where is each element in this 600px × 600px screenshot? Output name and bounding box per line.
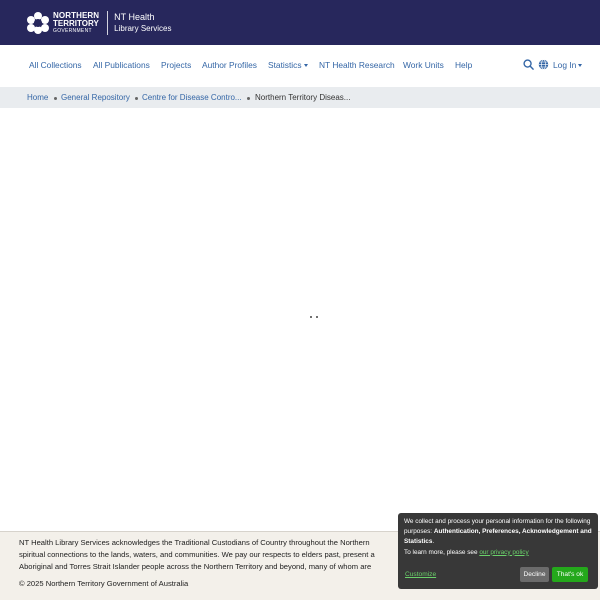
nt-government-wordmark: NORTHERN TERRITORY GOVERNMENT bbox=[53, 12, 99, 35]
breadcrumb-home[interactable]: Home bbox=[27, 93, 48, 102]
header-bar: NORTHERN TERRITORY GOVERNMENT NT Health … bbox=[0, 0, 600, 45]
nav-projects[interactable]: Projects bbox=[161, 60, 191, 70]
gov-logo-line2: TERRITORY bbox=[53, 19, 99, 28]
nav-statistics-label: Statistics bbox=[268, 60, 302, 70]
site-title-line1: NT Health bbox=[114, 12, 155, 22]
privacy-policy-link[interactable]: our privacy policy bbox=[479, 549, 528, 556]
breadcrumb-separator bbox=[54, 97, 57, 100]
breadcrumb-current: Northern Territory Diseas... bbox=[255, 93, 351, 102]
cookie-learn-more-text: To learn more, please see bbox=[404, 548, 480, 556]
nav-author-profiles[interactable]: Author Profiles bbox=[202, 60, 257, 70]
breadcrumb-general-repository[interactable]: General Repository bbox=[61, 93, 130, 102]
nav-work-units[interactable]: Work Units bbox=[403, 60, 444, 70]
flower-logo-icon bbox=[27, 12, 49, 34]
search-icon[interactable] bbox=[523, 59, 534, 70]
cookie-text-end: . bbox=[432, 538, 435, 546]
chevron-down-icon bbox=[578, 64, 583, 68]
cookie-customize-link[interactable]: Customize bbox=[405, 570, 436, 580]
nav-all-collections[interactable]: All Collections bbox=[29, 60, 82, 70]
main-nav: All Collections All Publications Project… bbox=[0, 45, 600, 87]
nav-statistics-dropdown[interactable]: Statistics bbox=[268, 60, 308, 70]
nav-all-publications[interactable]: All Publications bbox=[93, 60, 150, 70]
breadcrumb-separator bbox=[135, 97, 138, 100]
loading-spinner bbox=[310, 316, 320, 320]
cookie-accept-button[interactable]: That's ok bbox=[552, 567, 588, 582]
site-title: NT Health Library Services bbox=[114, 12, 171, 34]
gov-logo-line3: GOVERNMENT bbox=[53, 28, 92, 34]
copyright-text: © 2025 Northern Territory Government of … bbox=[19, 579, 189, 588]
cookie-message: We collect and process your personal inf… bbox=[404, 517, 592, 548]
cookie-decline-button[interactable]: Decline bbox=[520, 567, 549, 582]
site-title-line2: Library Services bbox=[114, 24, 172, 33]
breadcrumb-centre-disease-control[interactable]: Centre for Disease Contro... bbox=[142, 93, 242, 102]
site-logo[interactable]: NORTHERN TERRITORY GOVERNMENT NT Health … bbox=[27, 11, 172, 35]
chevron-down-icon bbox=[303, 64, 308, 68]
cookie-consent-banner: We collect and process your personal inf… bbox=[398, 513, 598, 589]
login-label: Log In bbox=[553, 60, 577, 70]
nav-help[interactable]: Help bbox=[455, 60, 472, 70]
breadcrumb-separator bbox=[247, 97, 250, 100]
globe-icon[interactable] bbox=[538, 59, 549, 70]
logo-divider bbox=[107, 11, 109, 35]
nav-nt-health-research[interactable]: NT Health Research bbox=[319, 60, 395, 70]
login-dropdown[interactable]: Log In bbox=[553, 60, 583, 70]
cookie-learn-more: To learn more, please see our privacy po… bbox=[404, 548, 592, 558]
breadcrumb: Home General Repository Centre for Disea… bbox=[0, 87, 600, 108]
